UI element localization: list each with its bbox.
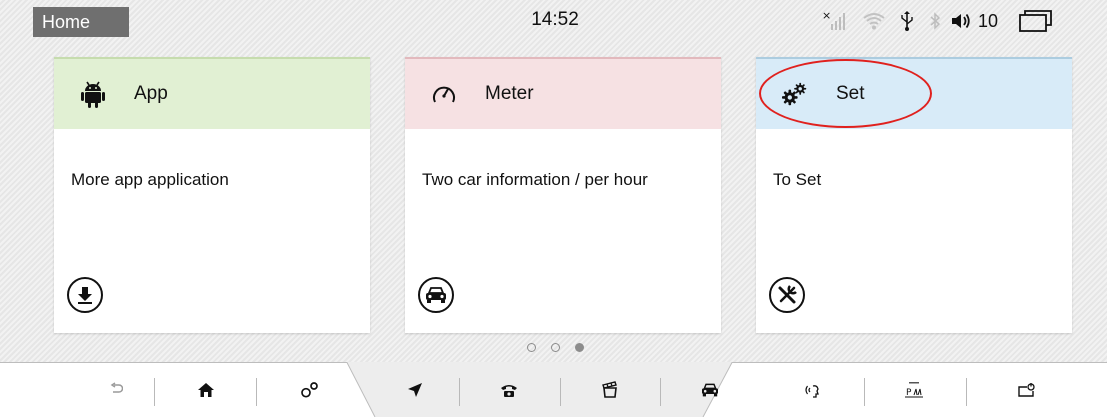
no-signal-icon: × [818,8,856,34]
page-dot[interactable] [551,343,560,352]
volume-level: 10 [978,10,999,31]
card-app-description: More app application [71,170,229,189]
status-bar: Home 14:52 × 10 [0,0,1107,40]
phone-icon[interactable] [479,362,539,417]
parking-icon[interactable]: P [884,362,944,417]
gears-icon [782,81,808,107]
card-meter-description: Two car information / per hour [422,170,648,189]
tools-icon[interactable] [769,277,805,313]
card-meter-header[interactable]: Meter [405,57,721,129]
download-icon[interactable] [67,277,103,313]
window-icon[interactable] [1014,8,1058,34]
nav-separator [256,378,257,406]
usb-icon [892,8,922,34]
settings-icon[interactable] [280,362,340,417]
card-set[interactable]: Set To Set [756,57,1072,333]
card-app-header[interactable]: App [54,57,370,129]
volume-icon [948,8,974,34]
clock: 14:52 [531,9,579,30]
card-app[interactable]: App More app application [54,57,370,333]
card-meter-title: Meter [485,83,534,104]
nav-separator [560,378,561,406]
card-set-header[interactable]: Set [756,57,1072,129]
home-tab[interactable]: Home [33,7,129,37]
wifi-icon [856,8,892,34]
page-dot[interactable] [527,343,536,352]
back-icon[interactable] [86,362,146,417]
card-meter[interactable]: Meter Two car information / per hour [405,57,721,333]
voice-icon[interactable] [784,362,844,417]
nav-separator [966,378,967,406]
status-icons: × 10 [818,8,1058,34]
android-icon [80,81,106,108]
card-set-description: To Set [773,170,822,189]
nav-separator [459,378,460,406]
bottom-nav: P [0,362,1107,417]
home-icon[interactable] [176,362,236,417]
nav-separator [660,378,661,406]
speedometer-icon [431,81,457,107]
card-set-title: Set [836,83,865,104]
media-icon[interactable] [580,362,640,417]
nav-separator [154,378,155,406]
page-dot-active[interactable] [575,343,584,352]
card-app-title: App [134,83,168,104]
screen-off-icon[interactable] [996,362,1056,417]
navigation-icon[interactable] [385,362,445,417]
bluetooth-icon [922,8,948,34]
car-icon[interactable] [680,362,740,417]
svg-text:×: × [822,10,831,22]
page-indicator [527,343,584,352]
nav-separator [864,378,865,406]
car-icon[interactable] [418,277,454,313]
